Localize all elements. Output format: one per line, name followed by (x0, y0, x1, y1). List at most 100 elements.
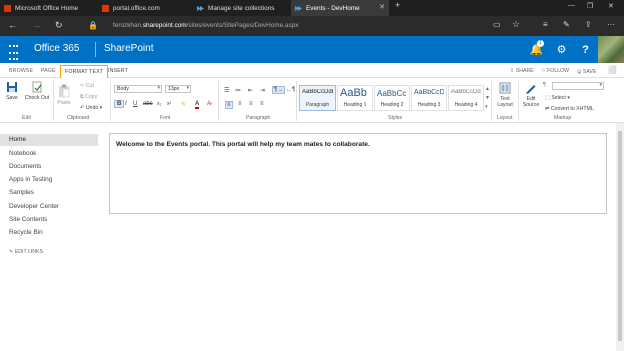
editor-content[interactable]: Welcome to the Events portal. This porta… (116, 141, 370, 148)
strikethrough-button[interactable]: abc (143, 101, 153, 107)
help-icon[interactable]: ? (573, 36, 598, 63)
forward-icon[interactable]: → (32, 20, 41, 30)
notification-bell-icon[interactable]: 🔔 (524, 36, 549, 63)
style-heading-1[interactable]: AaBb Heading 1 (337, 85, 373, 111)
nav-item-home[interactable]: Home (9, 136, 26, 143)
text-layout-label: Text Layout (497, 96, 513, 108)
convert-xhtml-button[interactable]: ⇄ Convert to XHTML (545, 106, 594, 112)
nav-item-documents[interactable]: Documents (9, 163, 41, 170)
edit-links-button[interactable]: ✎ EDIT LINKS (9, 249, 43, 255)
tab-label: Manage site collections (208, 4, 275, 12)
sharepoint-title[interactable]: SharePoint (104, 43, 153, 54)
bold-button[interactable]: B (114, 100, 125, 108)
favorite-star-icon[interactable]: ☆ (512, 19, 520, 30)
italic-button[interactable]: I (125, 101, 127, 107)
justify-icon[interactable]: ≡ (260, 101, 264, 107)
superscript-button[interactable]: x² (167, 101, 171, 107)
nav-item-samples[interactable]: Samples (9, 189, 34, 196)
scrollbar-thumb[interactable] (618, 131, 622, 341)
browser-tab-manage-site-collections[interactable]: Manage site collections (193, 0, 291, 16)
pencil-icon: ✎ (9, 249, 14, 255)
nav-item-developer-center[interactable]: Developer Center (9, 203, 59, 210)
edit-source-button[interactable]: Edit Source (520, 82, 542, 108)
browser-tab-events-devhome[interactable]: Events - DevHome ✕ (291, 0, 389, 16)
highlight-color-icon[interactable]: ✎ (181, 101, 186, 108)
nav-item-site-contents[interactable]: Site Contents (9, 216, 47, 223)
tab-format-text[interactable]: FORMAT TEXT (60, 65, 109, 78)
underline-button[interactable]: U (133, 101, 137, 107)
nav-item-notebook[interactable]: Notebook (9, 150, 36, 157)
share-action[interactable]: ⇪ SHARE (510, 68, 534, 74)
nav-item-recycle-bin[interactable]: Recycle Bin (9, 229, 43, 236)
clear-format-icon[interactable]: A̷ (207, 101, 211, 107)
numbered-list-icon[interactable]: ≔ (235, 87, 241, 94)
select-button[interactable]: ⬚ Select ▾ (545, 95, 570, 101)
app-launcher-icon[interactable] (0, 36, 27, 63)
save-icon: 🖫 (577, 69, 582, 75)
style-heading-3[interactable]: AaBbCcDc Heading 3 (411, 85, 447, 111)
styles-scroll-down-icon[interactable]: ▼ (485, 95, 490, 101)
save-action[interactable]: 🖫 SAVE (577, 68, 596, 77)
office-icon (102, 4, 109, 12)
tab-insert[interactable]: INSERT (108, 68, 128, 74)
tab-page[interactable]: PAGE (41, 68, 56, 74)
paste-button[interactable]: Paste (56, 84, 72, 106)
group-label-markup: Markup (554, 115, 572, 121)
rtl-icon[interactable]: ←¶ (286, 87, 295, 93)
style-paragraph[interactable]: AaBbCcDdE Paragraph (299, 85, 336, 111)
fullscreen-icon[interactable]: ⬜ (608, 66, 617, 74)
share-icon[interactable]: ⇪ (585, 20, 592, 29)
close-tab-icon[interactable]: ✕ (379, 3, 385, 11)
new-tab-button[interactable]: + (395, 0, 400, 10)
rich-text-editor[interactable]: Welcome to the Events portal. This porta… (109, 133, 607, 214)
url-path: /sites/events/SitePages/DevHome.aspx (186, 22, 299, 29)
office365-title[interactable]: Office 365 (34, 43, 79, 54)
subscript-button[interactable]: x₂ (157, 101, 161, 107)
styles-scroll-up-icon[interactable]: ▲ (485, 86, 490, 92)
style-name: Heading 1 (343, 102, 367, 108)
align-left-icon[interactable]: ≡ (225, 101, 233, 109)
restore-icon[interactable]: ❐ (587, 2, 593, 10)
font-color-button[interactable]: A (195, 101, 200, 109)
save-label: SAVE (582, 69, 597, 75)
style-name: Heading 3 (417, 102, 441, 108)
browser-tab-office-home[interactable]: Microsoft Office Home (0, 0, 98, 16)
font-family-select[interactable]: Body (114, 85, 162, 93)
favorites-hub-icon[interactable]: ≡ (543, 20, 548, 29)
ltr-icon[interactable]: ¶→ (272, 86, 286, 94)
follow-action[interactable]: ☆ FOLLOW (541, 68, 569, 74)
text-layout-button[interactable]: Text Layout (494, 82, 516, 108)
reading-view-icon[interactable]: ▭ (493, 20, 501, 29)
markup-styles-select[interactable] (552, 82, 604, 90)
nav-item-apps-in-testing[interactable]: Apps in Testing (9, 176, 52, 183)
user-avatar[interactable] (598, 36, 624, 63)
style-heading-2[interactable]: AaBbCc Heading 2 (374, 85, 410, 111)
align-center-icon[interactable]: ≡ (238, 101, 242, 107)
url-field[interactable]: ferozkhan.sharepoint.com/sites/events/Si… (113, 22, 298, 29)
decrease-indent-icon[interactable]: ⇤ (248, 87, 253, 94)
refresh-icon[interactable]: ↻ (55, 20, 63, 31)
tab-browse[interactable]: BROWSE (9, 68, 33, 74)
undo-button[interactable]: ↶ Undo ▾ (80, 105, 102, 111)
web-note-icon[interactable]: ✎ (563, 20, 570, 29)
browser-tab-portal[interactable]: portal.office.com (98, 0, 193, 16)
more-icon[interactable]: ··· (607, 20, 615, 29)
back-icon[interactable]: ← (8, 20, 17, 30)
undo-icon: ↶ (80, 105, 85, 111)
increase-indent-icon[interactable]: ⇥ (260, 87, 265, 94)
paste-icon (59, 84, 70, 98)
check-out-button[interactable]: Check Out (24, 81, 50, 101)
align-right-icon[interactable]: ≡ (249, 101, 253, 107)
bullet-list-icon[interactable]: ☰ (224, 87, 229, 94)
settings-gear-icon[interactable]: ⚙ (549, 36, 574, 63)
minimize-icon[interactable]: — (568, 2, 575, 9)
cut-button[interactable]: ✂ Cut (80, 83, 94, 89)
font-size-select[interactable]: 13px (165, 85, 191, 93)
close-window-icon[interactable]: ✕ (608, 2, 614, 10)
save-button[interactable]: Save (3, 81, 21, 101)
style-preview: AaBb (340, 87, 367, 99)
convert-label: Convert to XHTML (550, 106, 594, 112)
copy-button[interactable]: ⧉ Copy (80, 94, 97, 101)
style-heading-4[interactable]: AaBbCcDdE Heading 4 (448, 85, 484, 111)
styles-expand-icon[interactable]: ▾ (485, 104, 488, 110)
